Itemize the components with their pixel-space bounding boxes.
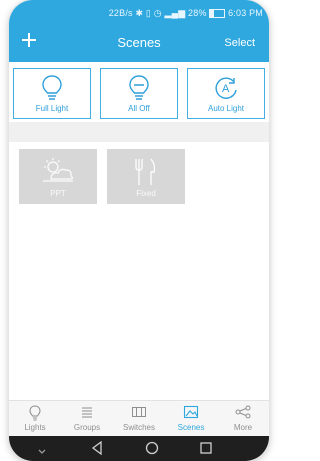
network-speed: 22B/s <box>108 8 133 18</box>
tab-label: Scenes <box>177 423 205 432</box>
tab-more[interactable]: More <box>217 405 269 432</box>
fork-knife-icon <box>107 157 185 192</box>
status-bar: 22B/s ✱ ▯ ◷ ▂▄▆ 28% 6:03 PM <box>109 8 263 19</box>
select-button[interactable]: Select <box>224 37 255 49</box>
section-divider <box>9 122 269 142</box>
tab-label: Groups <box>73 423 101 432</box>
groups-icon <box>61 405 113 421</box>
sun-cloud-icon <box>19 157 97 188</box>
home-icon[interactable] <box>145 441 159 460</box>
preset-scenes-row: Full Light All Off A Auto Light <box>9 62 269 119</box>
tab-label: Switches <box>122 423 155 432</box>
scene-card-ppt[interactable]: PPT <box>19 149 97 204</box>
tab-label: More <box>233 423 253 432</box>
top-app-bar: 22B/s ✱ ▯ ◷ ▂▄▆ 28% 6:03 PM Scenes Selec… <box>9 0 269 62</box>
lightbulb-off-icon <box>101 74 177 107</box>
app-screen: 22B/s ✱ ▯ ◷ ▂▄▆ 28% 6:03 PM Scenes Selec… <box>9 0 269 461</box>
clock: 6:03 PM <box>228 8 263 18</box>
svg-text:A: A <box>222 83 230 95</box>
alarm-icon: ◷ <box>153 8 162 19</box>
preset-label: Full Light <box>35 104 69 113</box>
system-nav-bar <box>9 436 269 461</box>
auto-light-icon: A <box>188 74 264 107</box>
tab-label: Lights <box>24 423 46 432</box>
recent-apps-icon[interactable] <box>199 441 213 460</box>
chevron-down-icon[interactable] <box>37 443 47 461</box>
preset-label: Auto Light <box>207 104 245 113</box>
back-icon[interactable] <box>91 440 103 460</box>
bluetooth-icon: ✱ <box>135 8 144 19</box>
scene-label: PPT <box>50 189 66 198</box>
signal-icon: ▂▄▆ <box>164 8 186 19</box>
preset-label: All Off <box>128 104 150 113</box>
tab-scenes[interactable]: Scenes <box>165 405 217 432</box>
lightbulb-on-icon <box>14 74 90 107</box>
scene-card-fixed[interactable]: Fixed <box>107 149 185 204</box>
preset-all-off[interactable]: All Off <box>100 68 178 119</box>
battery-icon <box>209 9 226 19</box>
preset-auto-light[interactable]: A Auto Light <box>187 68 265 119</box>
bottom-tab-bar: Lights Groups Switches Scenes More <box>9 400 269 436</box>
tab-switches[interactable]: Switches <box>113 405 165 432</box>
battery-percent: 28% <box>188 8 207 18</box>
scene-label: Fixed <box>136 189 156 198</box>
preset-full-light[interactable]: Full Light <box>13 68 91 119</box>
lightbulb-icon <box>9 405 61 421</box>
vibrate-icon: ▯ <box>145 8 152 19</box>
tab-groups[interactable]: Groups <box>61 405 113 432</box>
scenes-icon <box>165 405 217 421</box>
share-icon <box>217 405 269 421</box>
switches-icon <box>113 405 165 421</box>
tab-lights[interactable]: Lights <box>9 405 61 432</box>
